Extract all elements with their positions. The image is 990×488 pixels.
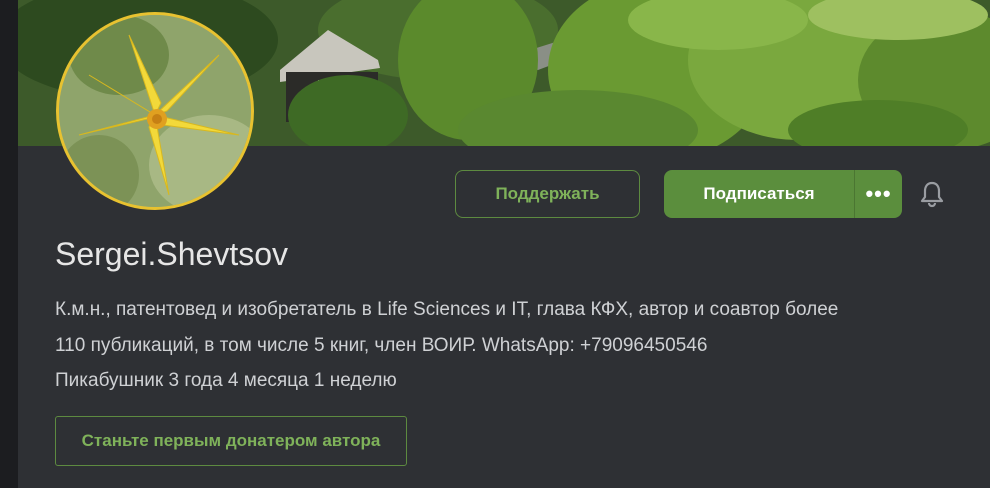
- bio-line-1: К.м.н., патентовед и изобретатель в Life…: [55, 299, 839, 320]
- profile-page: Поддержать Подписаться ••• Sergei.Shevts…: [0, 0, 990, 488]
- support-button[interactable]: Поддержать: [455, 170, 640, 218]
- more-options-button[interactable]: •••: [854, 170, 902, 218]
- left-gutter: [0, 0, 18, 488]
- profile-bio: К.м.н., патентовед и изобретатель в Life…: [55, 292, 955, 364]
- donate-button[interactable]: Станьте первым донатером автора: [55, 416, 407, 466]
- username: Sergei.Shevtsov: [55, 236, 289, 272]
- more-dots-icon: •••: [865, 181, 892, 206]
- profile-tenure: Пикабушник 3 года 4 месяца 1 неделю: [55, 370, 397, 391]
- bio-line-2: 110 публикаций, в том числе 5 книг, член…: [55, 335, 708, 356]
- bell-icon[interactable]: [918, 180, 946, 208]
- subscribe-button[interactable]: Подписаться: [664, 170, 854, 218]
- avatar[interactable]: [56, 12, 254, 210]
- profile-card: Поддержать Подписаться ••• Sergei.Shevts…: [18, 0, 990, 488]
